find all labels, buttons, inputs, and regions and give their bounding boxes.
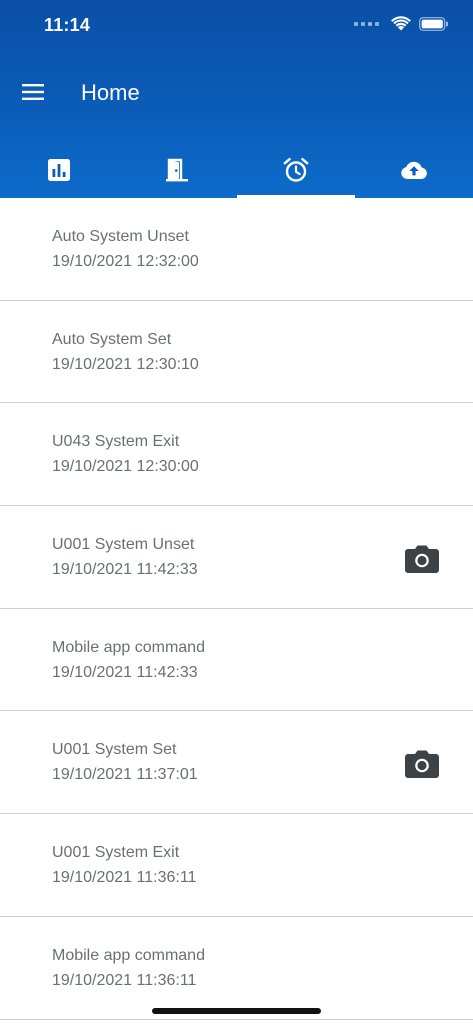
status-bar: 11:14 xyxy=(0,0,473,52)
list-item[interactable]: Auto System Unset 19/10/2021 12:32:00 xyxy=(0,198,473,301)
event-timestamp: 19/10/2021 12:30:00 xyxy=(52,458,199,476)
battery-icon xyxy=(419,16,448,31)
home-indicator[interactable] xyxy=(152,1008,321,1014)
event-title: U001 System Set xyxy=(52,741,177,759)
event-timestamp: 19/10/2021 11:36:11 xyxy=(52,869,197,887)
page-title: Home xyxy=(81,80,140,105)
event-list: Auto System Unset 19/10/2021 12:32:00 Au… xyxy=(0,198,473,1020)
event-title: U001 System Exit xyxy=(52,844,180,862)
event-timestamp: 19/10/2021 11:37:01 xyxy=(52,766,198,784)
event-timestamp: 19/10/2021 12:30:10 xyxy=(52,355,199,373)
hamburger-menu-icon[interactable] xyxy=(22,83,44,101)
cellular-signal-icon xyxy=(354,21,379,26)
app-header: 11:14 Home xyxy=(0,0,473,198)
app-bar: Home xyxy=(0,66,473,122)
event-timestamp: 19/10/2021 11:36:11 xyxy=(52,971,197,989)
list-item[interactable]: U001 System Unset 19/10/2021 11:42:33 xyxy=(0,506,473,609)
tab-statistics[interactable] xyxy=(0,142,118,198)
alarm-clock-icon xyxy=(283,158,309,182)
tab-events[interactable] xyxy=(236,142,355,198)
door-icon xyxy=(166,158,189,182)
list-item[interactable]: Auto System Set 19/10/2021 12:30:10 xyxy=(0,301,473,404)
list-item[interactable]: U001 System Set 19/10/2021 11:37:01 xyxy=(0,711,473,815)
list-item[interactable]: U001 System Exit 19/10/2021 11:36:11 xyxy=(0,814,473,917)
cloud-upload-icon xyxy=(401,161,427,179)
event-timestamp: 19/10/2021 11:42:33 xyxy=(52,561,198,579)
event-title: Mobile app command xyxy=(52,946,205,964)
status-indicators xyxy=(354,16,449,31)
tab-doors[interactable] xyxy=(118,142,236,198)
list-item[interactable]: U043 System Exit 19/10/2021 12:30:00 xyxy=(0,403,473,507)
event-timestamp: 19/10/2021 12:32:00 xyxy=(52,253,199,270)
camera-icon[interactable] xyxy=(405,544,439,574)
status-time: 11:14 xyxy=(44,15,91,35)
wifi-icon xyxy=(391,16,411,31)
event-title: U001 System Unset xyxy=(52,536,195,554)
event-title: Auto System Set xyxy=(52,330,172,348)
list-item[interactable]: Mobile app command 19/10/2021 11:42:33 xyxy=(0,609,473,712)
tab-bar xyxy=(0,142,473,198)
list-item[interactable]: Mobile app command 19/10/2021 11:36:11 xyxy=(0,917,473,1020)
event-title: Auto System Unset xyxy=(52,228,189,245)
event-timestamp: 19/10/2021 11:42:33 xyxy=(52,663,198,681)
tab-upload[interactable] xyxy=(355,142,473,198)
event-title: Mobile app command xyxy=(52,638,205,656)
event-title: U043 System Exit xyxy=(52,433,180,451)
bar-chart-icon xyxy=(48,159,71,181)
camera-icon[interactable] xyxy=(405,749,439,779)
